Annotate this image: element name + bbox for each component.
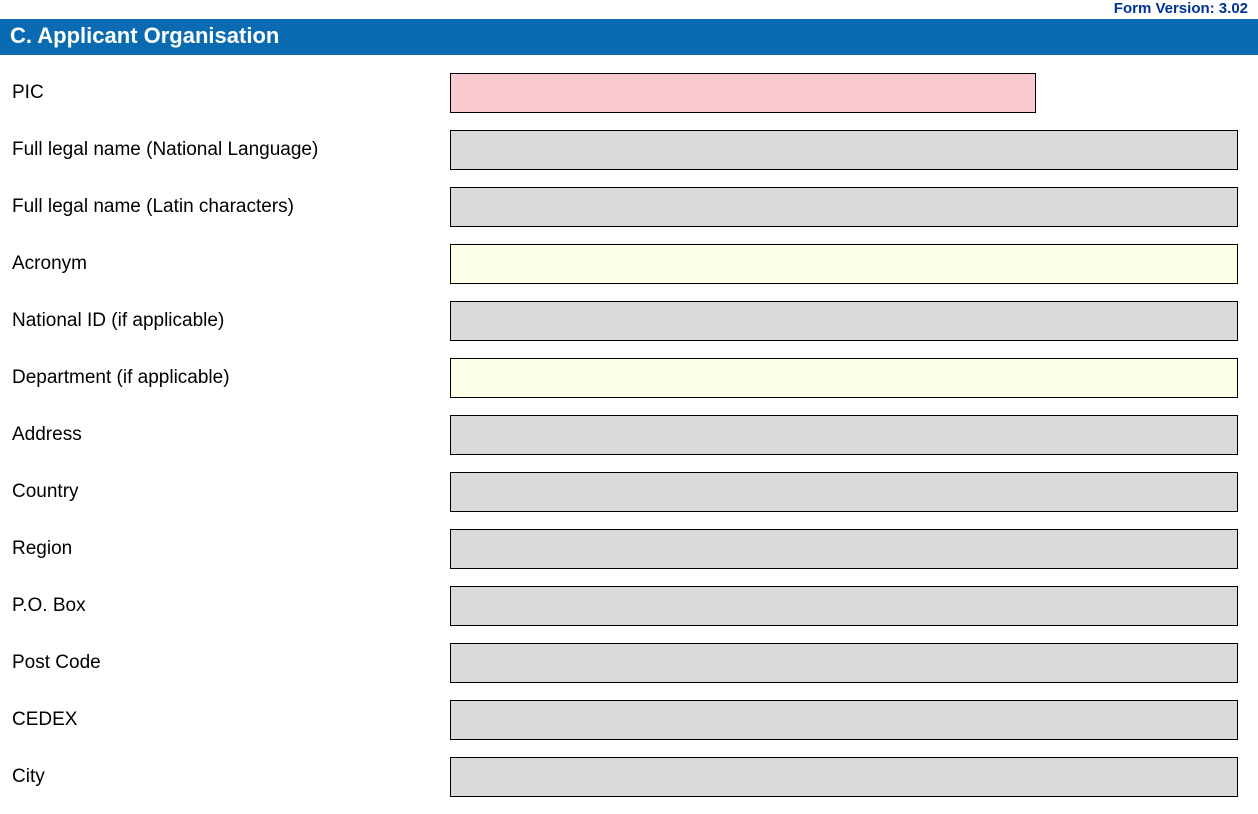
form-row: P.O. Box (10, 586, 1248, 626)
field-input[interactable] (450, 187, 1238, 227)
field-input[interactable] (450, 586, 1238, 626)
field-label: National ID (if applicable) (10, 310, 450, 332)
field-input[interactable] (450, 529, 1238, 569)
form-row: Acronym (10, 244, 1248, 284)
form-row: Country (10, 472, 1248, 512)
field-label: Address (10, 424, 450, 446)
field-label: Full legal name (National Language) (10, 139, 450, 161)
form-row: PIC (10, 73, 1248, 113)
field-input[interactable] (450, 415, 1238, 455)
field-input[interactable] (450, 472, 1238, 512)
section-header-applicant-organisation: C. Applicant Organisation (0, 19, 1258, 55)
field-input[interactable] (450, 700, 1238, 740)
field-input[interactable] (450, 643, 1238, 683)
form-row: Post Code (10, 643, 1248, 683)
field-label: City (10, 766, 450, 788)
form-row: CEDEX (10, 700, 1248, 740)
field-input[interactable] (450, 301, 1238, 341)
form-row: Region (10, 529, 1248, 569)
field-input[interactable] (450, 757, 1238, 797)
field-input[interactable] (450, 244, 1238, 284)
form-row: Department (if applicable) (10, 358, 1248, 398)
field-label: Full legal name (Latin characters) (10, 196, 450, 218)
form-row: Full legal name (National Language) (10, 130, 1248, 170)
field-label: CEDEX (10, 709, 450, 731)
field-input[interactable] (450, 130, 1238, 170)
form-row: Full legal name (Latin characters) (10, 187, 1248, 227)
field-label: P.O. Box (10, 595, 450, 617)
form-body: PIC Full legal name (National Language) Fu… (0, 55, 1258, 797)
form-version: Form Version: 3.02 (0, 0, 1258, 19)
form-row: National ID (if applicable) (10, 301, 1248, 341)
form-row: Address (10, 415, 1248, 455)
field-label: Acronym (10, 253, 450, 275)
form-row: City (10, 757, 1248, 797)
field-label: Department (if applicable) (10, 367, 450, 389)
field-label: Country (10, 481, 450, 503)
field-label: Region (10, 538, 450, 560)
field-input[interactable] (450, 73, 1036, 113)
field-label: PIC (10, 82, 450, 104)
field-label: Post Code (10, 652, 450, 674)
field-input[interactable] (450, 358, 1238, 398)
